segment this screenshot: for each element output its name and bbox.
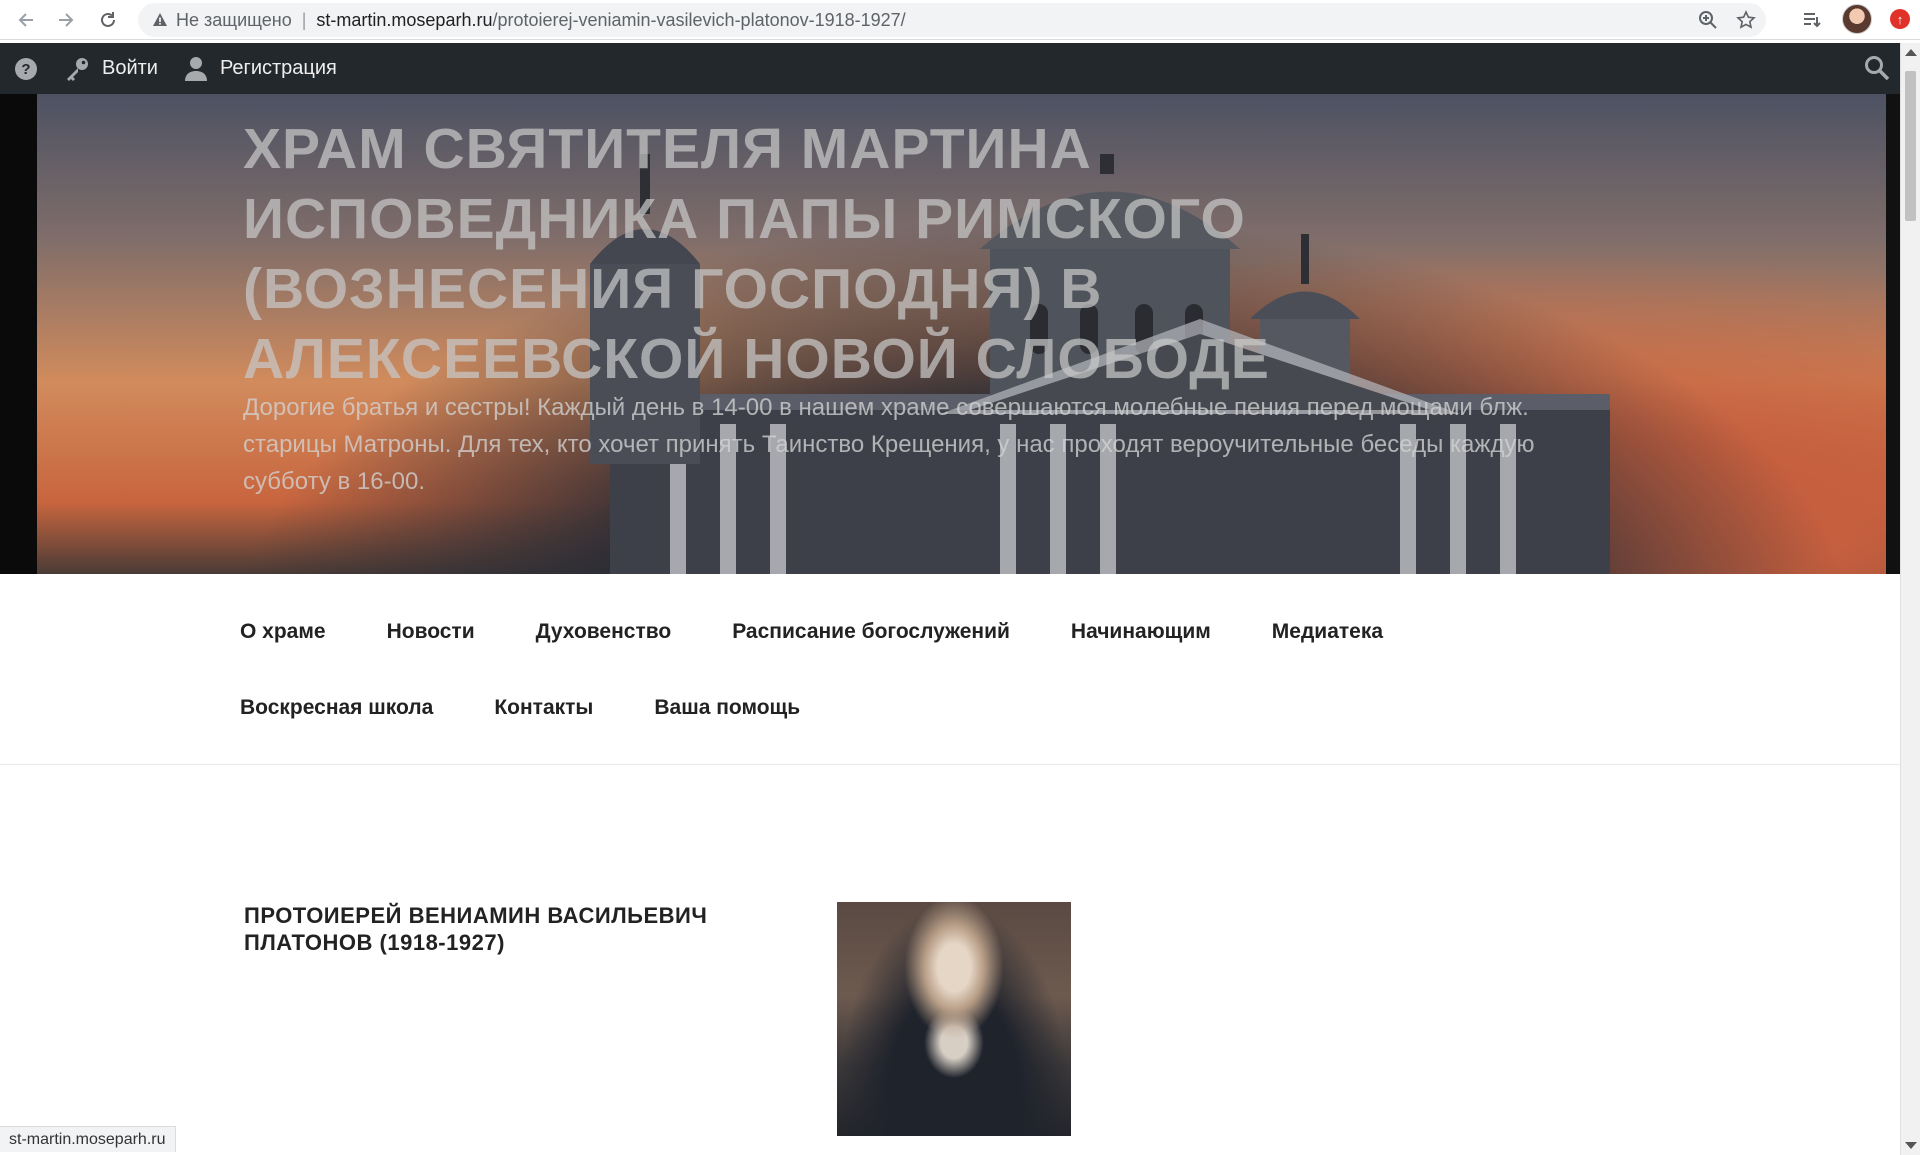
- page-scrollbar[interactable]: [1900, 43, 1920, 1155]
- user-icon: [184, 56, 207, 81]
- menu-item-about[interactable]: О храме: [240, 620, 326, 644]
- update-icon[interactable]: ↑: [1890, 9, 1910, 29]
- site-description: Дорогие братья и сестры! Каждый день в 1…: [243, 394, 1535, 495]
- address-bar[interactable]: Не защищено | st-martin.moseparh.ru /pro…: [138, 3, 1766, 37]
- menu-item-sunday-school[interactable]: Воскресная школа: [240, 696, 433, 720]
- reload-button[interactable]: [94, 6, 122, 34]
- profile-avatar[interactable]: [1842, 4, 1872, 34]
- zoom-icon[interactable]: [1696, 8, 1720, 32]
- reading-list-icon[interactable]: [1800, 7, 1824, 31]
- forward-button[interactable]: [52, 6, 80, 34]
- reload-icon: [101, 12, 115, 27]
- menu-item-beginners[interactable]: Начинающим: [1071, 620, 1211, 644]
- login-label[interactable]: Войти: [102, 57, 158, 80]
- register-label[interactable]: Регистрация: [220, 57, 337, 80]
- url-host[interactable]: st-martin.moseparh.ru: [316, 10, 492, 31]
- register-link[interactable]: Регистрация: [184, 56, 337, 82]
- menu-item-media[interactable]: Медиатека: [1272, 620, 1383, 644]
- entry-title: Протоиерей Вениамин Васильевич Платонов …: [244, 903, 708, 955]
- menu-item-donate[interactable]: Ваша помощь: [654, 696, 800, 720]
- status-url-tooltip: st-martin.moseparh.ru: [0, 1126, 176, 1152]
- login-link[interactable]: Войти: [64, 56, 158, 82]
- menu-row-1: О храме Новости Духовенство Расписание б…: [240, 620, 1444, 644]
- site-header: Храм святителя Мартина Исповедника Папы …: [0, 94, 1900, 574]
- omnibox-separator: |: [301, 9, 307, 30]
- site-title[interactable]: Храм святителя Мартина Исповедника Папы …: [243, 114, 1443, 394]
- menu-row-2: Воскресная школа Контакты Ваша помощь: [240, 696, 861, 720]
- help-button[interactable]: ?: [14, 57, 38, 81]
- browser-toolbar: Не защищено | st-martin.moseparh.ru /pro…: [0, 0, 1920, 40]
- scroll-thumb[interactable]: [1905, 71, 1916, 221]
- header-dark-edge-right: [1886, 94, 1900, 574]
- admin-bar: ? Войти Регистрация: [0, 43, 1900, 94]
- menu-item-news[interactable]: Новости: [387, 620, 475, 644]
- url-path[interactable]: /protoierej-veniamin-vasilevich-platonov…: [492, 10, 905, 31]
- back-button[interactable]: [12, 6, 40, 34]
- browser-extensions: ↑: [1800, 4, 1910, 34]
- omnibox-actions: [1696, 8, 1758, 32]
- scroll-down-arrow[interactable]: [1905, 1142, 1917, 1149]
- arrow-right-icon: [59, 13, 74, 27]
- menu-item-clergy[interactable]: Духовенство: [536, 620, 672, 644]
- scroll-up-arrow[interactable]: [1905, 49, 1917, 56]
- help-icon: ?: [15, 57, 37, 80]
- menu-item-contacts[interactable]: Контакты: [494, 696, 593, 720]
- svg-text:?: ?: [21, 61, 30, 78]
- security-label[interactable]: Не защищено: [176, 10, 292, 31]
- search-icon: [1865, 56, 1890, 81]
- header-dark-edge: [0, 94, 37, 574]
- bookmark-star-icon[interactable]: [1734, 8, 1758, 32]
- main-navigation: О храме Новости Духовенство Расписание б…: [0, 574, 1900, 765]
- priest-portrait-image: [837, 902, 1071, 1136]
- warning-icon[interactable]: [152, 12, 168, 28]
- arrow-left-icon: [18, 13, 33, 27]
- admin-search-button[interactable]: [1864, 55, 1890, 86]
- menu-item-schedule[interactable]: Расписание богослужений: [732, 620, 1010, 644]
- key-icon: [67, 57, 88, 81]
